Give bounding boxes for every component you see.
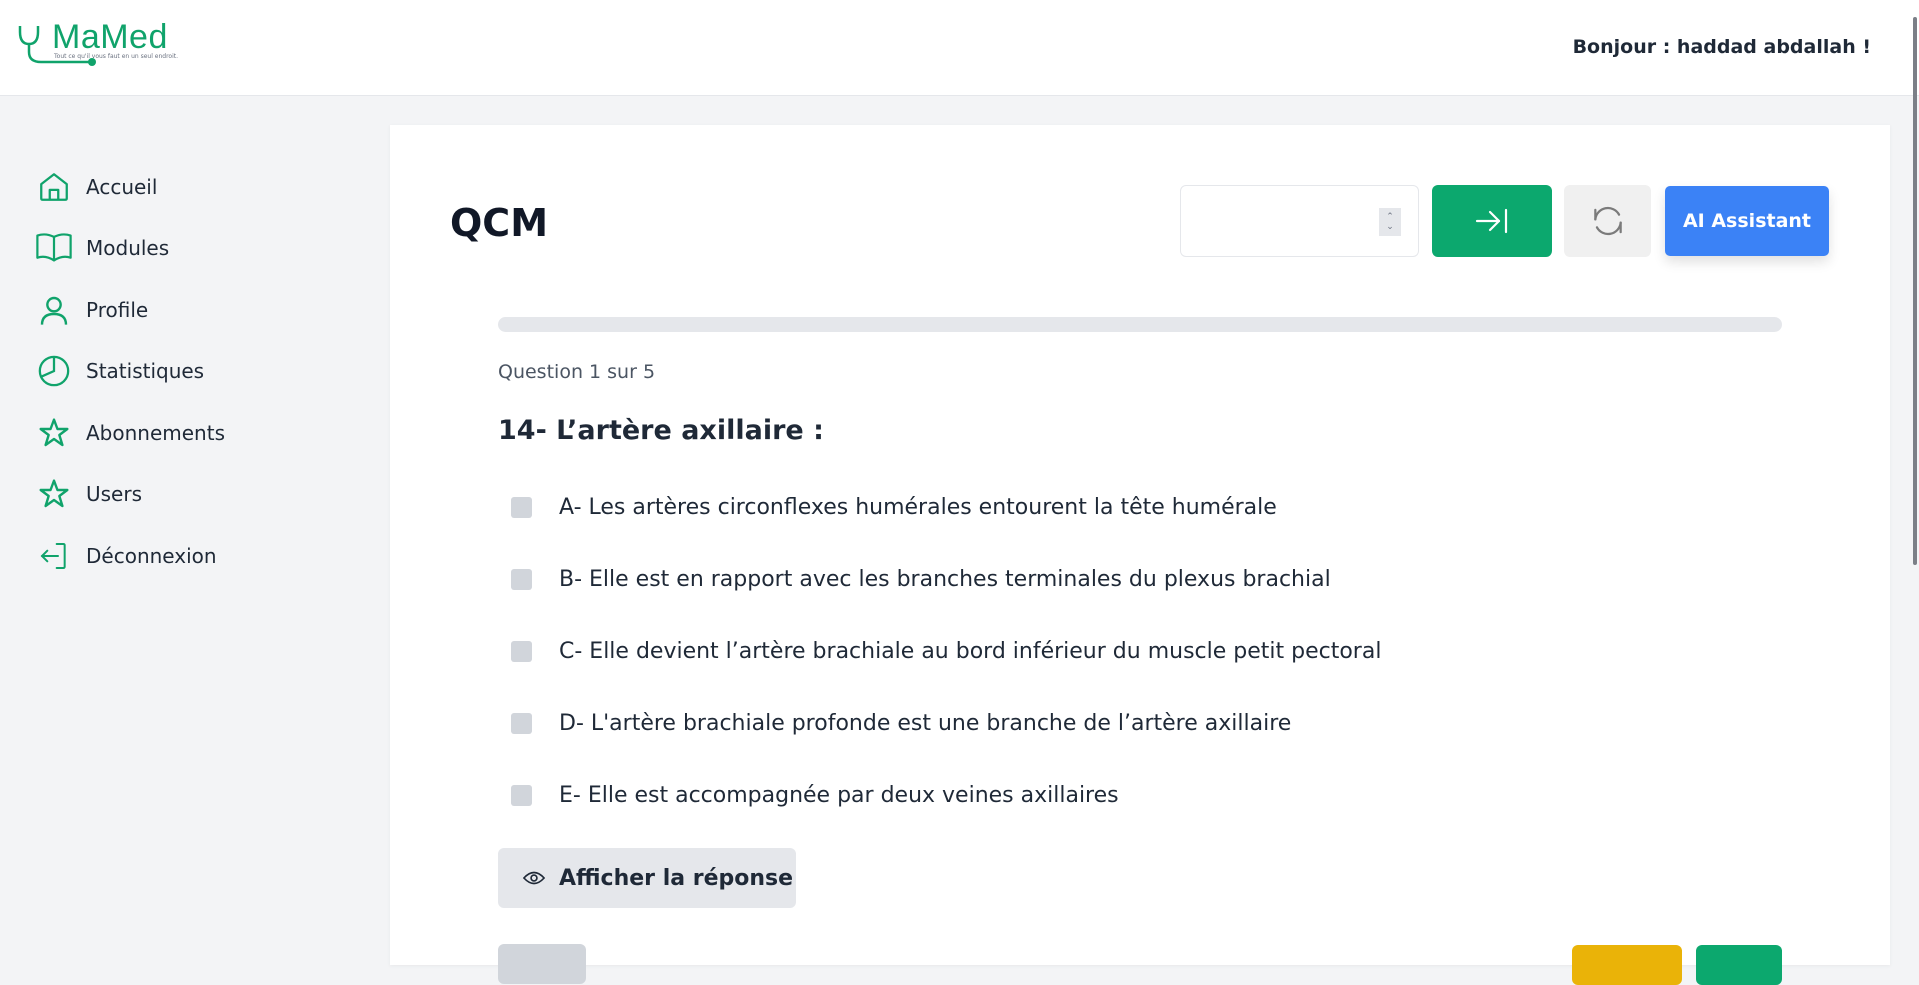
option-checkbox[interactable]	[511, 712, 532, 734]
sidebar-item-abonnements[interactable]: Abonnements	[36, 413, 225, 453]
option-c[interactable]: C- Elle devient l’artère brachiale au bo…	[511, 636, 1381, 666]
sidebar-item-modules[interactable]: Modules	[36, 228, 169, 268]
home-icon	[36, 169, 72, 205]
progress-bar	[498, 317, 1782, 332]
book-icon	[36, 230, 72, 266]
user-greeting: Bonjour : haddad abdallah !	[1572, 36, 1871, 58]
pie-chart-icon	[36, 353, 72, 389]
star-icon	[36, 415, 72, 451]
top-bar: MaMed Tout ce qu'il vous faut en un seul…	[0, 0, 1919, 96]
option-d[interactable]: D- L'artère brachiale profonde est une b…	[511, 708, 1291, 738]
number-spinner[interactable]: ⌃ ⌄	[1379, 208, 1401, 236]
ai-assistant-button[interactable]: AI Assistant	[1665, 186, 1829, 256]
option-text: C- Elle devient l’artère brachiale au bo…	[559, 638, 1382, 664]
qcm-card: QCM ⌃ ⌄ AI Assistant Question 1 sur 5 14…	[390, 125, 1890, 985]
previous-button[interactable]	[498, 944, 586, 984]
page-title: QCM	[450, 201, 549, 245]
option-text: B- Elle est en rapport avec les branches…	[559, 566, 1331, 592]
logo-tagline: Tout ce qu'il vous faut en un seul endro…	[54, 53, 179, 60]
sidebar-item-label: Modules	[86, 236, 170, 260]
star-icon	[36, 476, 72, 512]
go-to-question-button[interactable]	[1432, 185, 1552, 257]
chevron-down-icon[interactable]: ⌄	[1386, 222, 1394, 232]
option-checkbox[interactable]	[511, 784, 532, 806]
show-answer-label: Afficher la réponse	[559, 865, 794, 891]
question-number-input[interactable]: ⌃ ⌄	[1180, 185, 1419, 257]
sidebar: Accueil Modules Profile Statistiques Abo…	[0, 97, 360, 951]
option-checkbox[interactable]	[511, 568, 532, 590]
sidebar-item-deconnexion[interactable]: Déconnexion	[36, 536, 217, 576]
option-checkbox[interactable]	[511, 640, 532, 662]
next-button[interactable]	[1696, 945, 1782, 985]
sidebar-item-accueil[interactable]: Accueil	[36, 167, 157, 207]
logout-icon	[36, 538, 72, 574]
option-text: A- Les artères circonflexes humérales en…	[559, 494, 1277, 520]
refresh-icon	[1593, 206, 1622, 236]
option-checkbox[interactable]	[511, 496, 532, 518]
arrow-right-to-line-icon	[1475, 208, 1508, 234]
option-text: D- L'artère brachiale profonde est une b…	[559, 710, 1292, 736]
sidebar-item-profile[interactable]: Profile	[36, 290, 148, 330]
warning-action-button[interactable]	[1572, 945, 1682, 985]
sidebar-item-statistiques[interactable]: Statistiques	[36, 351, 204, 391]
sidebar-item-label: Statistiques	[86, 359, 205, 383]
sidebar-item-label: Users	[86, 482, 143, 506]
eye-icon	[523, 871, 545, 885]
option-text: E- Elle est accompagnée par deux veines …	[559, 782, 1119, 808]
option-a[interactable]: A- Les artères circonflexes humérales en…	[511, 492, 1277, 522]
user-icon	[36, 292, 72, 328]
option-b[interactable]: B- Elle est en rapport avec les branches…	[511, 564, 1331, 594]
logo[interactable]: MaMed Tout ce qu'il vous faut en un seul…	[17, 18, 187, 78]
show-answer-button[interactable]: Afficher la réponse	[498, 848, 796, 908]
sidebar-item-label: Déconnexion	[86, 544, 217, 568]
question-title: 14- L’artère axillaire :	[498, 415, 824, 446]
reset-button[interactable]	[1564, 185, 1651, 257]
question-counter: Question 1 sur 5	[498, 361, 656, 383]
sidebar-item-label: Accueil	[86, 175, 158, 199]
sidebar-item-label: Profile	[86, 298, 149, 322]
option-e[interactable]: E- Elle est accompagnée par deux veines …	[511, 780, 1119, 810]
sidebar-item-users[interactable]: Users	[36, 474, 142, 514]
logo-name: MaMed	[52, 18, 168, 56]
page-scrollbar[interactable]	[1913, 17, 1917, 565]
sidebar-item-label: Abonnements	[86, 421, 225, 445]
chevron-up-icon[interactable]: ⌃	[1386, 212, 1394, 222]
